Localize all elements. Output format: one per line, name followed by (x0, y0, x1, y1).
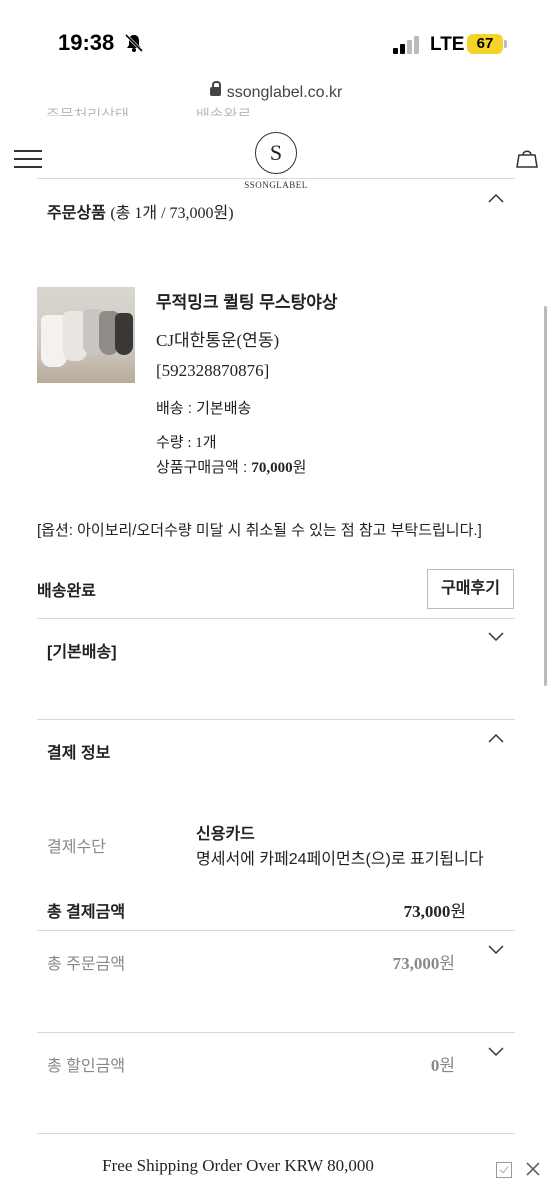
logo-mark[interactable]: S (255, 132, 297, 174)
product-price: 상품구매금액 : 70,000원 (156, 456, 306, 477)
checkbox-icon[interactable] (496, 1162, 512, 1178)
tracking-number[interactable]: [592328870876] (156, 361, 269, 381)
total-paid-amount: 73,000원 (404, 897, 466, 922)
divider (37, 178, 515, 179)
price-unit: 원 (292, 459, 307, 476)
menu-icon[interactable] (14, 150, 42, 168)
shopping-bag-icon[interactable] (516, 148, 538, 168)
clock: 19:38 (58, 30, 115, 55)
logo-text[interactable]: SSONGLABEL (226, 180, 326, 190)
product-name[interactable]: 무적밍크 퀼팅 무스탕야상 (156, 288, 338, 313)
courier: CJ대한통운(연동) (156, 331, 280, 350)
status-bar: 19:38 LTE 67 (0, 0, 552, 90)
url-text: ssonglabel.co.kr (226, 84, 343, 101)
battery-icon (504, 40, 507, 48)
total-discount-label[interactable]: 총 할인금액 (47, 1052, 125, 1076)
total-order-unit: 원 (439, 954, 455, 973)
chevron-up-icon[interactable] (487, 192, 505, 204)
close-icon[interactable] (524, 1160, 542, 1178)
silent-bell-icon (124, 33, 144, 53)
chevron-down-icon[interactable] (487, 630, 505, 642)
divider (37, 1032, 515, 1033)
divider (37, 719, 515, 720)
scrollbar[interactable] (544, 306, 547, 686)
quantity: 수량 : 1개 (156, 435, 217, 451)
price-value: 70,000 (251, 460, 293, 476)
signal-icon (393, 36, 421, 54)
payment-method-value: 신용카드 (196, 826, 255, 843)
chevron-up-icon[interactable] (487, 732, 505, 744)
option-note: [옵션: 아이보리/오더수량 미달 시 취소될 수 있는 점 참고 부탁드립니다… (37, 522, 482, 539)
total-order-label[interactable]: 총 주문금액 (47, 950, 125, 974)
lock-icon (209, 81, 221, 96)
divider (37, 1133, 515, 1134)
section-title: 주문상품 (47, 205, 106, 222)
total-paid-unit: 원 (450, 902, 466, 921)
total-order-amount: 73,000원 (393, 949, 455, 974)
total-discount-amount: 0원 (431, 1051, 455, 1076)
total-discount-unit: 원 (439, 1056, 455, 1075)
payment-method-label: 결제수단 (47, 839, 106, 856)
total-order-value: 73,000 (392, 954, 440, 973)
shipping-type: 배송 : 기본배송 (156, 400, 252, 417)
delivery-status: 배송완료 (37, 583, 96, 600)
total-paid-value: 73,000 (403, 902, 451, 921)
shipping-group[interactable]: [기본배송] (47, 638, 117, 662)
payment-method-note: 명세서에 카페24페이먼츠(으)로 표기됩니다 (196, 851, 484, 868)
payment-section-title[interactable]: 결제 정보 (47, 739, 110, 763)
order-summary: (총 1개 / 73,000원) (110, 205, 234, 222)
product-thumbnail[interactable] (37, 287, 135, 383)
divider (37, 618, 515, 619)
free-shipping-text: Free Shipping Order Over KRW 80,000 (102, 1156, 374, 1175)
network-type: LTE (430, 34, 465, 55)
order-products-heading[interactable]: 주문상품 (총 1개 / 73,000원) (47, 199, 234, 223)
price-label: 상품구매금액 : (156, 459, 252, 476)
divider (37, 930, 515, 931)
chevron-down-icon[interactable] (487, 1045, 505, 1057)
total-paid-label: 총 결제금액 (47, 904, 126, 921)
write-review-button[interactable]: 구매후기 (427, 569, 514, 609)
battery-level: 67 (467, 34, 503, 54)
chevron-down-icon[interactable] (487, 943, 505, 955)
